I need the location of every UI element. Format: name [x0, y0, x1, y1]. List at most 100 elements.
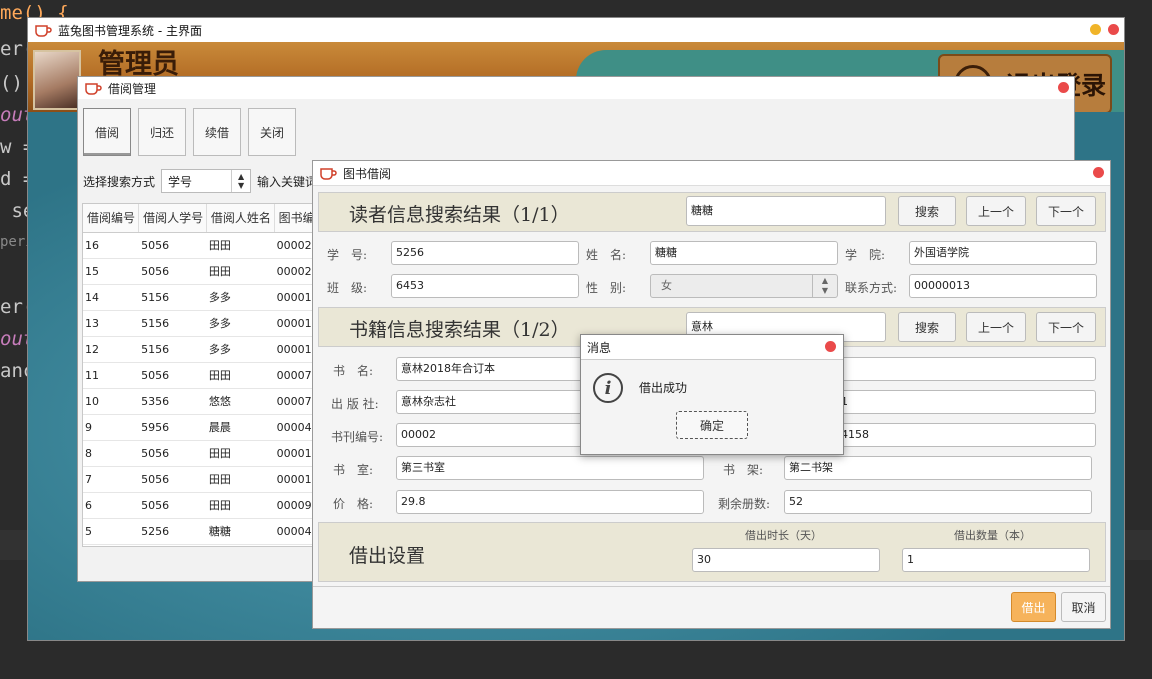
table-cell: 田田: [208, 473, 231, 486]
borrow-table: 借阅编号 借阅人学号 借阅人姓名 图书编 16 5056 田田 00002 15 5056…: [82, 203, 324, 547]
ok-button[interactable]: 确定: [676, 411, 748, 439]
info-icon: i: [593, 373, 623, 403]
gender-value: 女: [661, 279, 672, 292]
gender-select[interactable]: 女 ▲ ▼: [650, 274, 838, 298]
updown-arrow-icon: ▲ ▼: [812, 275, 837, 297]
settings-title: 借出设置: [349, 545, 426, 567]
table-row[interactable]: 6 5056 田田 00009: [83, 493, 323, 519]
keyword-label: 输入关键词: [257, 174, 318, 189]
table-cell: 糖糖: [208, 525, 231, 538]
name-label: 姓 名:: [586, 248, 627, 262]
book-search-button[interactable]: 搜索: [898, 312, 956, 342]
table-cell: 5156: [141, 343, 170, 356]
table-cell: 11: [85, 369, 99, 382]
borrow-button[interactable]: 借阅: [83, 108, 131, 156]
table-cell: 多多: [208, 343, 231, 356]
reader-search-button[interactable]: 搜索: [898, 196, 956, 226]
search-mode-select[interactable]: 学号 ▲ ▼: [161, 169, 252, 193]
table-row[interactable]: 13 5156 多多 00001: [83, 311, 323, 337]
room-field[interactable]: 第三书室: [396, 456, 704, 480]
close-button[interactable]: [1093, 167, 1104, 178]
column-header[interactable]: 借阅编号: [83, 204, 140, 232]
table-row[interactable]: 12 5156 多多 00001: [83, 337, 323, 363]
cancel-button[interactable]: 取消: [1061, 592, 1106, 622]
dialog-title: 消息: [587, 340, 612, 355]
table-cell: 6: [85, 499, 92, 512]
book-section-title: 书籍信息搜索结果（1/2）: [349, 319, 570, 341]
window-title: 借阅管理: [108, 81, 157, 96]
book-prev-button[interactable]: 上一个: [966, 312, 1026, 342]
table-row[interactable]: 5 5256 糖糖 00004: [83, 519, 323, 545]
coffee-cup-icon: [320, 168, 337, 180]
college-field[interactable]: 外国语学院: [909, 241, 1097, 265]
reader-next-button[interactable]: 下一个: [1036, 196, 1096, 226]
contact-field[interactable]: 00000013: [909, 274, 1097, 298]
column-header[interactable]: 借阅人学号: [139, 204, 207, 232]
table-cell: 7: [85, 473, 92, 486]
close-button[interactable]: [1108, 24, 1119, 35]
table-cell: 9: [85, 421, 92, 434]
table-cell: 10: [85, 395, 99, 408]
window-title: 图书借阅: [343, 166, 392, 181]
book-next-button[interactable]: 下一个: [1036, 312, 1096, 342]
lend-button[interactable]: 借出: [1011, 592, 1056, 622]
table-cell: 15: [85, 265, 99, 278]
return-button[interactable]: 归还: [138, 108, 186, 156]
price-field[interactable]: 29.8: [396, 490, 704, 514]
table-cell: 5156: [141, 317, 170, 330]
class-field[interactable]: 6453: [391, 274, 579, 298]
room-label: 书 室:: [333, 463, 374, 477]
table-cell: 5056: [141, 239, 170, 252]
updown-arrow-icon: ▲ ▼: [231, 170, 250, 192]
table-cell: 16: [85, 239, 99, 252]
search-mode-value: 学号: [168, 174, 193, 189]
student-id-label: 学 号:: [327, 248, 368, 262]
table-cell: 田田: [208, 239, 231, 252]
table-row[interactable]: 7 5056 田田 00001: [83, 467, 323, 493]
footer-divider: [313, 586, 1110, 587]
table-cell: 田田: [208, 447, 231, 460]
table-cell: 5056: [141, 447, 170, 460]
name-field[interactable]: 糖糖: [650, 241, 838, 265]
table-row[interactable]: 14 5156 多多 00001: [83, 285, 323, 311]
reader-search-input[interactable]: 糖糖: [686, 196, 886, 226]
close-tool-button[interactable]: 关闭: [248, 108, 296, 156]
count-field[interactable]: 1: [902, 548, 1090, 572]
student-id-field[interactable]: 5256: [391, 241, 579, 265]
table-cell: 晨晨: [208, 421, 231, 434]
days-field[interactable]: 30: [692, 548, 880, 572]
publisher-label: 出 版 社:: [331, 397, 379, 411]
table-cell: 5056: [141, 473, 170, 486]
shelf-field[interactable]: 第二书架: [784, 456, 1092, 480]
close-button[interactable]: [825, 341, 836, 352]
coffee-cup-icon: [35, 25, 52, 37]
table-row[interactable]: 9 5956 晨晨 00004: [83, 415, 323, 441]
reader-prev-button[interactable]: 上一个: [966, 196, 1026, 226]
window-title: 蓝兔图书管理系统 - 主界面: [58, 23, 202, 38]
column-header[interactable]: 借阅人姓名: [207, 204, 275, 232]
coffee-cup-icon: [85, 83, 102, 95]
book-title-label: 书 名:: [333, 364, 374, 378]
shelf-label: 书 架:: [723, 463, 764, 477]
count-label: 借出数量（本）: [954, 529, 1031, 542]
minimize-button[interactable]: [1090, 24, 1101, 35]
table-row[interactable]: 8 5056 田田 00001: [83, 441, 323, 467]
table-cell: 5: [85, 525, 92, 538]
college-label: 学 院:: [845, 248, 886, 262]
table-row[interactable]: 15 5056 田田 00002: [83, 259, 323, 285]
table-row[interactable]: 16 5056 田田 00002: [83, 233, 323, 259]
code-right-partial: 4158: [841, 428, 869, 441]
table-row[interactable]: 11 5056 田田 00007: [83, 363, 323, 389]
remain-field[interactable]: 52: [784, 490, 1092, 514]
table-row[interactable]: 10 5356 悠悠 00007: [83, 389, 323, 415]
table-cell: 5256: [141, 525, 170, 538]
table-cell: 5356: [141, 395, 170, 408]
table-header: 借阅编号 借阅人学号 借阅人姓名 图书编: [83, 204, 323, 233]
borrow-titlebar: 借阅管理: [78, 77, 1074, 99]
table-cell: 8: [85, 447, 92, 460]
renew-button[interactable]: 续借: [193, 108, 241, 156]
table-cell: 5056: [141, 265, 170, 278]
table-cell: 5056: [141, 369, 170, 382]
class-label: 班 级:: [327, 281, 368, 295]
close-button[interactable]: [1058, 82, 1069, 93]
